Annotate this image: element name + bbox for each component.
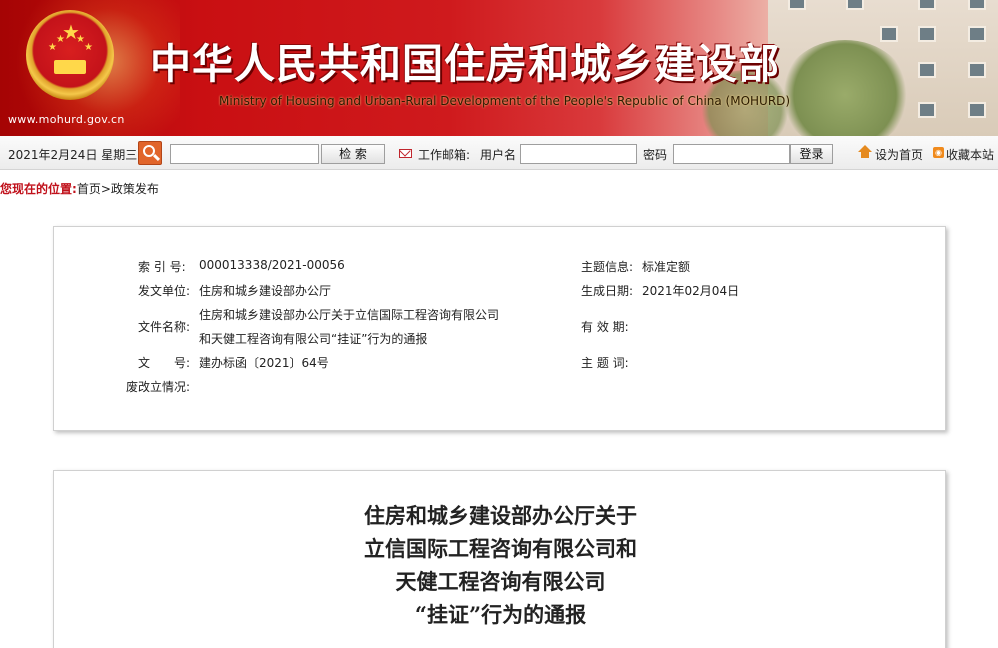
date-value: 2021年02月04日: [642, 284, 740, 298]
bookmark-link[interactable]: 收藏本站: [946, 146, 994, 163]
status-label: 废改立情况:: [126, 380, 191, 394]
breadcrumb-path[interactable]: 首页>政策发布: [77, 182, 159, 196]
login-button[interactable]: 登录: [790, 144, 833, 164]
set-home-link[interactable]: 设为首页: [875, 146, 923, 163]
document-info-card: 索 引 号: 000013338/2021-00056 发文单位: 住房和城乡建…: [53, 226, 946, 431]
article-card: 住房和城乡建设部办公厅关于 立信国际工程咨询有限公司和 天健工程咨询有限公司 “…: [53, 470, 946, 648]
index-value: 000013338/2021-00056: [199, 258, 345, 272]
article-title-line: 天健工程咨询有限公司: [395, 569, 606, 594]
building-window: [918, 102, 936, 118]
index-label: 索 引 号:: [138, 260, 186, 274]
work-mail-label: 工作邮箱:: [418, 148, 471, 162]
site-title-cn: 中华人民共和国住房和城乡建设部: [150, 40, 780, 88]
building-window: [918, 26, 936, 42]
building-window: [918, 0, 936, 10]
article-title-line: “挂证”行为的通报: [414, 602, 587, 627]
docno-value: 建办标函〔2021〕64号: [199, 356, 329, 370]
breadcrumb-prefix: 您现在的位置:: [0, 182, 77, 196]
current-date: 2021年2月24日 星期三: [8, 148, 138, 162]
docno-label: 文 号:: [138, 356, 191, 370]
issuer-value: 住房和城乡建设部办公厅: [199, 284, 332, 298]
breadcrumb: 您现在的位置:首页>政策发布: [0, 180, 159, 200]
national-emblem-icon: ★ ★ ★ ★ ★: [26, 10, 114, 100]
building-window: [968, 102, 986, 118]
topic-label: 主题信息:: [581, 260, 634, 274]
search-icon[interactable]: [138, 141, 162, 165]
building-window: [880, 26, 898, 42]
date-label: 生成日期:: [581, 284, 634, 298]
site-banner: ★ ★ ★ ★ ★ www.mohurd.gov.cn 中华人民共和国住房和城乡…: [0, 0, 998, 136]
issuer-label: 发文单位:: [138, 284, 191, 298]
site-url: www.mohurd.gov.cn: [8, 113, 125, 126]
password-input[interactable]: [673, 144, 790, 164]
username-label: 用户名: [480, 148, 517, 162]
home-icon[interactable]: [858, 145, 872, 159]
password-label: 密码: [643, 148, 668, 162]
filename-line1: 住房和城乡建设部办公厅关于立信国际工程咨询有限公司: [199, 308, 500, 322]
building-window: [968, 26, 986, 42]
search-button[interactable]: 检 索: [321, 144, 385, 164]
topic-value: 标准定额: [642, 260, 691, 274]
keywords-label: 主 题 词:: [581, 356, 629, 370]
top-toolbar: 2021年2月24日 星期三 检 索 工作邮箱: 用户名 密码 登录 设为首页 …: [0, 136, 998, 170]
username-input[interactable]: [520, 144, 637, 164]
filename-line2: 和天健工程咨询有限公司“挂证”行为的通报: [199, 332, 428, 346]
article-title-line: 立信国际工程咨询有限公司和: [364, 536, 637, 561]
building-window: [968, 62, 986, 78]
building-window: [918, 62, 936, 78]
building-window: [788, 0, 806, 10]
mail-icon: [399, 149, 412, 158]
validity-label: 有 效 期:: [581, 320, 629, 334]
article-title-line: 住房和城乡建设部办公厅关于: [364, 503, 637, 528]
building-window: [968, 0, 986, 10]
site-title-en: Ministry of Housing and Urban-Rural Deve…: [219, 94, 791, 108]
bookmark-icon[interactable]: ◉: [933, 147, 944, 158]
filename-label: 文件名称:: [138, 320, 191, 334]
search-input[interactable]: [170, 144, 319, 164]
building-window: [846, 0, 864, 10]
